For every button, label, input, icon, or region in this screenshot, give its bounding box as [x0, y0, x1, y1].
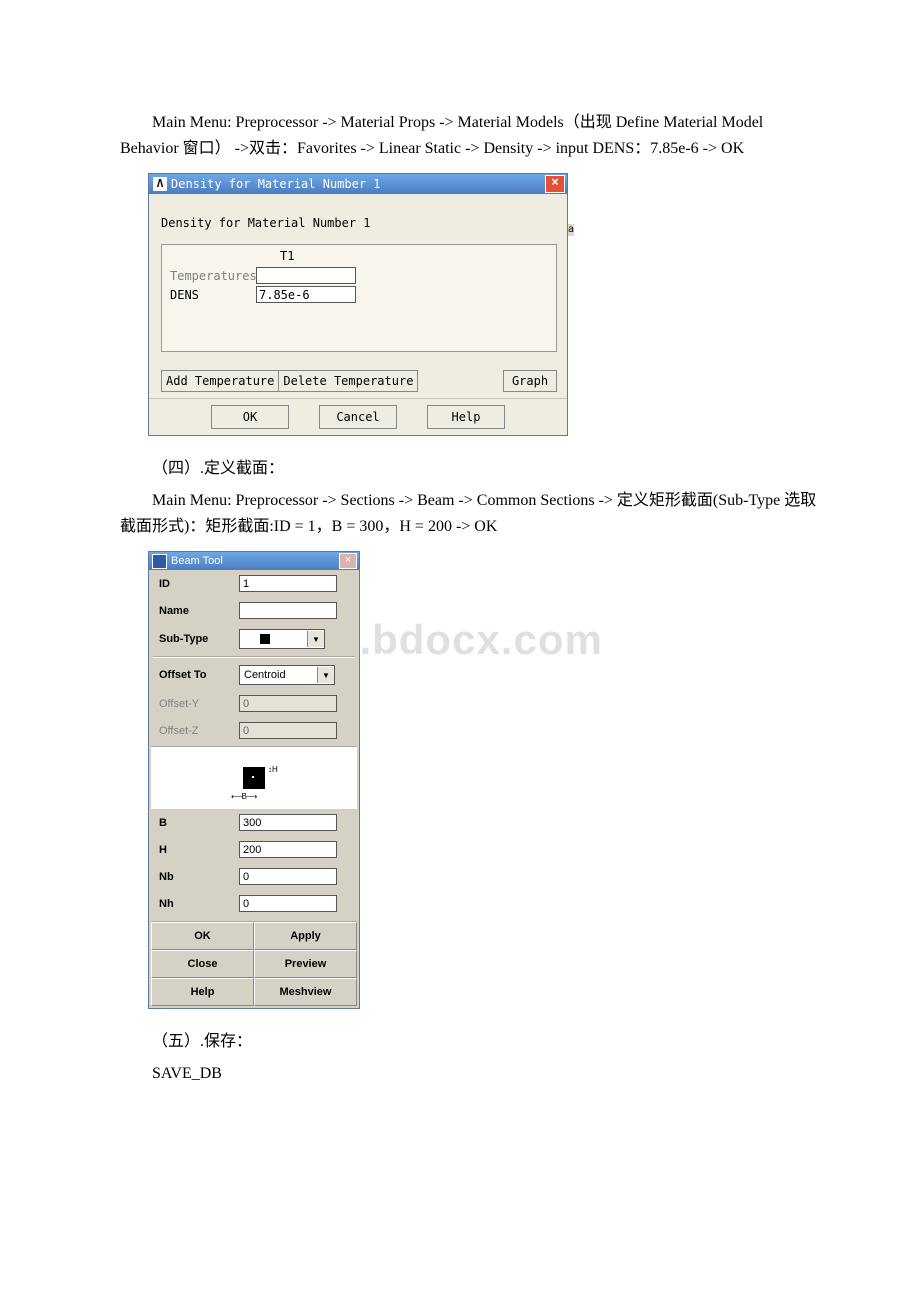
nh-label: Nh	[159, 898, 239, 910]
meshview-button[interactable]: Meshview	[254, 978, 357, 1006]
dialog-title: Beam Tool	[171, 555, 223, 567]
titlebar: Beam Tool ×	[149, 552, 359, 570]
density-dialog: Λ Density for Material Number 1 × Densit…	[148, 173, 568, 436]
id-input[interactable]	[239, 575, 337, 592]
save-db-text: SAVE_DB	[120, 1061, 820, 1087]
ext-marker: a	[568, 224, 574, 236]
section-5-header: （五）.保存：	[120, 1027, 820, 1051]
dialog-subtitle: Density for Material Number 1	[161, 216, 557, 230]
close-icon[interactable]: ×	[339, 553, 357, 569]
b-input[interactable]	[239, 814, 337, 831]
ok-button[interactable]: OK	[151, 922, 254, 950]
app-logo-icon	[152, 554, 167, 569]
cancel-button[interactable]: Cancel	[319, 405, 397, 429]
nb-input[interactable]	[239, 868, 337, 885]
help-button[interactable]: Help	[427, 405, 505, 429]
name-input[interactable]	[239, 602, 337, 619]
preview-b-label: ⟵B⟶	[231, 792, 261, 801]
chevron-down-icon: ▼	[317, 667, 334, 683]
offset-to-label: Offset To	[159, 669, 239, 681]
offset-z-input	[239, 722, 337, 739]
titlebar: Λ Density for Material Number 1 ×	[149, 174, 567, 194]
name-label: Name	[159, 605, 239, 617]
id-label: ID	[159, 578, 239, 590]
h-input[interactable]	[239, 841, 337, 858]
density-table: T1 Temperatures DENS	[161, 244, 557, 352]
preview-button[interactable]: Preview	[254, 950, 357, 978]
chevron-down-icon: ▼	[307, 631, 324, 647]
rect-section-icon	[244, 632, 286, 646]
subtype-label: Sub-Type	[159, 633, 239, 645]
rect-shape-icon	[243, 767, 265, 789]
app-logo-icon: Λ	[153, 177, 167, 191]
paragraph-1: Main Menu: Preprocessor -> Material Prop…	[120, 110, 820, 161]
offset-to-value: Centroid	[244, 669, 286, 681]
dialog-title: Density for Material Number 1	[171, 177, 541, 191]
beam-tool-dialog: Beam Tool × ID Name Sub-Type ▼	[148, 551, 360, 1009]
close-button[interactable]: Close	[151, 950, 254, 978]
close-icon[interactable]: ×	[545, 175, 565, 193]
graph-button[interactable]: Graph	[503, 370, 557, 392]
delete-temperature-button[interactable]: Delete Temperature	[279, 370, 418, 392]
subtype-select[interactable]: ▼	[239, 629, 325, 649]
offset-y-label: Offset-Y	[159, 698, 239, 710]
help-button[interactable]: Help	[151, 978, 254, 1006]
b-label: B	[159, 817, 239, 829]
offset-to-select[interactable]: Centroid ▼	[239, 665, 335, 685]
section-4-header: （四）.定义截面：	[120, 454, 820, 478]
nb-label: Nb	[159, 871, 239, 883]
dens-input[interactable]	[256, 286, 356, 303]
paragraph-2: Main Menu: Preprocessor -> Sections -> B…	[120, 488, 820, 539]
section-preview: ↕H ⟵B⟶	[151, 746, 357, 809]
h-label: H	[159, 844, 239, 856]
apply-button[interactable]: Apply	[254, 922, 357, 950]
temperatures-label: Temperatures	[170, 269, 256, 283]
temperature-input[interactable]	[256, 267, 356, 284]
column-header-t1: T1	[280, 249, 550, 263]
add-temperature-button[interactable]: Add Temperature	[161, 370, 279, 392]
offset-y-input	[239, 695, 337, 712]
preview-h-label: ↕H	[268, 765, 278, 789]
nh-input[interactable]	[239, 895, 337, 912]
ok-button[interactable]: OK	[211, 405, 289, 429]
offset-z-label: Offset-Z	[159, 725, 239, 737]
dens-label: DENS	[170, 288, 256, 302]
